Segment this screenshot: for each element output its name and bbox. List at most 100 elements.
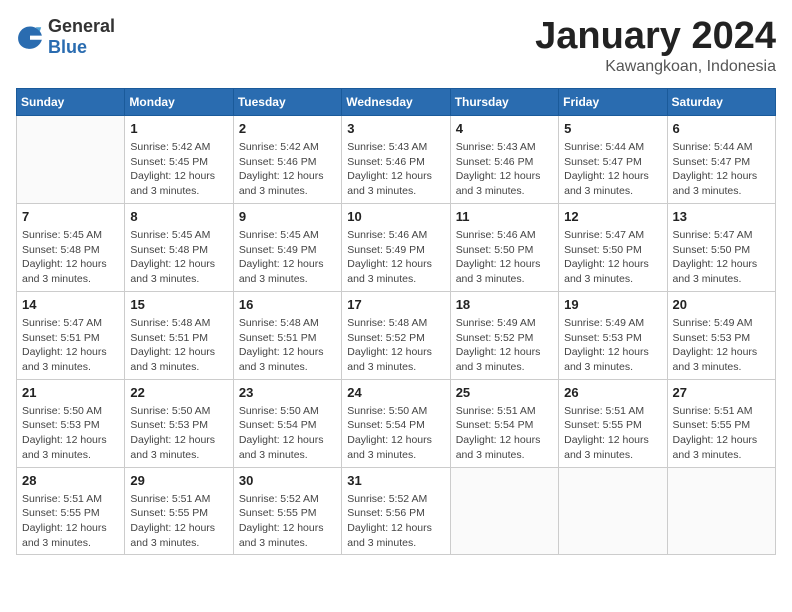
calendar-cell: 21 Sunrise: 5:50 AM Sunset: 5:53 PM Dayli… <box>17 379 125 467</box>
day-number: 9 <box>239 208 336 226</box>
weekday-header-monday: Monday <box>125 88 233 115</box>
day-info: Sunrise: 5:45 AM Sunset: 5:48 PM Dayligh… <box>22 228 119 287</box>
day-number: 23 <box>239 384 336 402</box>
calendar-cell: 4 Sunrise: 5:43 AM Sunset: 5:46 PM Daylig… <box>450 115 558 203</box>
day-number: 12 <box>564 208 661 226</box>
calendar-cell: 30 Sunrise: 5:52 AM Sunset: 5:55 PM Dayli… <box>233 467 341 555</box>
day-info: Sunrise: 5:51 AM Sunset: 5:55 PM Dayligh… <box>22 492 119 551</box>
calendar-cell: 31 Sunrise: 5:52 AM Sunset: 5:56 PM Dayli… <box>342 467 450 555</box>
calendar-cell: 12Sunrise: 5:47 AM Sunset: 5:50 PM Dayli… <box>559 203 667 291</box>
calendar-cell: 13 Sunrise: 5:47 AM Sunset: 5:50 PM Dayli… <box>667 203 775 291</box>
day-number: 19 <box>564 296 661 314</box>
calendar-cell: 28Sunrise: 5:51 AM Sunset: 5:55 PM Dayli… <box>17 467 125 555</box>
logo-general: General <box>48 16 115 36</box>
calendar-cell: 27 Sunrise: 5:51 AM Sunset: 5:55 PM Dayli… <box>667 379 775 467</box>
calendar-week-5: 28Sunrise: 5:51 AM Sunset: 5:55 PM Dayli… <box>17 467 776 555</box>
day-number: 24 <box>347 384 444 402</box>
calendar-cell <box>450 467 558 555</box>
calendar-week-2: 7Sunrise: 5:45 AM Sunset: 5:48 PM Daylig… <box>17 203 776 291</box>
logo: General Blue <box>16 16 115 58</box>
weekday-header-friday: Friday <box>559 88 667 115</box>
calendar-cell: 1 Sunrise: 5:42 AM Sunset: 5:45 PM Daylig… <box>125 115 233 203</box>
weekday-header-tuesday: Tuesday <box>233 88 341 115</box>
calendar-cell <box>667 467 775 555</box>
day-number: 6 <box>673 120 770 138</box>
calendar-cell: 9 Sunrise: 5:45 AM Sunset: 5:49 PM Daylig… <box>233 203 341 291</box>
day-info: Sunrise: 5:50 AM Sunset: 5:53 PM Dayligh… <box>22 404 119 463</box>
calendar-cell: 8 Sunrise: 5:45 AM Sunset: 5:48 PM Daylig… <box>125 203 233 291</box>
day-info: Sunrise: 5:52 AM Sunset: 5:56 PM Dayligh… <box>347 492 444 551</box>
day-number: 30 <box>239 472 336 490</box>
day-info: Sunrise: 5:48 AM Sunset: 5:52 PM Dayligh… <box>347 316 444 375</box>
day-number: 25 <box>456 384 553 402</box>
calendar-cell: 22Sunrise: 5:50 AM Sunset: 5:53 PM Dayli… <box>125 379 233 467</box>
calendar-cell: 14 Sunrise: 5:47 AM Sunset: 5:51 PM Dayli… <box>17 291 125 379</box>
day-info: Sunrise: 5:52 AM Sunset: 5:55 PM Dayligh… <box>239 492 336 551</box>
day-info: Sunrise: 5:51 AM Sunset: 5:55 PM Dayligh… <box>673 404 770 463</box>
day-info: Sunrise: 5:49 AM Sunset: 5:53 PM Dayligh… <box>564 316 661 375</box>
calendar-cell: 11 Sunrise: 5:46 AM Sunset: 5:50 PM Dayli… <box>450 203 558 291</box>
weekday-header-thursday: Thursday <box>450 88 558 115</box>
day-info: Sunrise: 5:44 AM Sunset: 5:47 PM Dayligh… <box>673 140 770 199</box>
day-number: 17 <box>347 296 444 314</box>
weekday-header-saturday: Saturday <box>667 88 775 115</box>
day-info: Sunrise: 5:49 AM Sunset: 5:53 PM Dayligh… <box>673 316 770 375</box>
weekday-header-row: SundayMondayTuesdayWednesdayThursdayFrid… <box>17 88 776 115</box>
day-number: 11 <box>456 208 553 226</box>
day-number: 5 <box>564 120 661 138</box>
calendar-cell: 16Sunrise: 5:48 AM Sunset: 5:51 PM Dayli… <box>233 291 341 379</box>
calendar-cell: 5 Sunrise: 5:44 AM Sunset: 5:47 PM Daylig… <box>559 115 667 203</box>
calendar-cell: 25 Sunrise: 5:51 AM Sunset: 5:54 PM Dayli… <box>450 379 558 467</box>
calendar-cell: 18 Sunrise: 5:49 AM Sunset: 5:52 PM Dayli… <box>450 291 558 379</box>
day-number: 13 <box>673 208 770 226</box>
day-info: Sunrise: 5:45 AM Sunset: 5:48 PM Dayligh… <box>130 228 227 287</box>
day-info: Sunrise: 5:51 AM Sunset: 5:55 PM Dayligh… <box>564 404 661 463</box>
day-info: Sunrise: 5:47 AM Sunset: 5:50 PM Dayligh… <box>673 228 770 287</box>
calendar-week-1: 1 Sunrise: 5:42 AM Sunset: 5:45 PM Daylig… <box>17 115 776 203</box>
calendar-cell <box>17 115 125 203</box>
day-info: Sunrise: 5:45 AM Sunset: 5:49 PM Dayligh… <box>239 228 336 287</box>
day-number: 27 <box>673 384 770 402</box>
day-number: 26 <box>564 384 661 402</box>
calendar-cell: 24 Sunrise: 5:50 AM Sunset: 5:54 PM Dayli… <box>342 379 450 467</box>
calendar-cell: 26 Sunrise: 5:51 AM Sunset: 5:55 PM Dayli… <box>559 379 667 467</box>
day-number: 31 <box>347 472 444 490</box>
day-number: 4 <box>456 120 553 138</box>
day-info: Sunrise: 5:50 AM Sunset: 5:54 PM Dayligh… <box>347 404 444 463</box>
calendar-cell: 10Sunrise: 5:46 AM Sunset: 5:49 PM Dayli… <box>342 203 450 291</box>
location-title: Kawangkoan, Indonesia <box>535 58 776 76</box>
calendar-cell: 15Sunrise: 5:48 AM Sunset: 5:51 PM Dayli… <box>125 291 233 379</box>
day-info: Sunrise: 5:42 AM Sunset: 5:45 PM Dayligh… <box>130 140 227 199</box>
calendar-cell: 2Sunrise: 5:42 AM Sunset: 5:46 PM Daylig… <box>233 115 341 203</box>
day-number: 1 <box>130 120 227 138</box>
day-info: Sunrise: 5:47 AM Sunset: 5:51 PM Dayligh… <box>22 316 119 375</box>
day-number: 14 <box>22 296 119 314</box>
calendar-cell: 3Sunrise: 5:43 AM Sunset: 5:46 PM Daylig… <box>342 115 450 203</box>
calendar-table: SundayMondayTuesdayWednesdayThursdayFrid… <box>16 88 776 556</box>
title-block: January 2024 Kawangkoan, Indonesia <box>535 16 776 76</box>
day-info: Sunrise: 5:51 AM Sunset: 5:54 PM Dayligh… <box>456 404 553 463</box>
day-number: 18 <box>456 296 553 314</box>
calendar-cell: 17 Sunrise: 5:48 AM Sunset: 5:52 PM Dayli… <box>342 291 450 379</box>
day-number: 3 <box>347 120 444 138</box>
day-info: Sunrise: 5:44 AM Sunset: 5:47 PM Dayligh… <box>564 140 661 199</box>
day-number: 22 <box>130 384 227 402</box>
calendar-cell: 6 Sunrise: 5:44 AM Sunset: 5:47 PM Daylig… <box>667 115 775 203</box>
day-number: 16 <box>239 296 336 314</box>
day-number: 20 <box>673 296 770 314</box>
weekday-header-sunday: Sunday <box>17 88 125 115</box>
calendar-cell: 29Sunrise: 5:51 AM Sunset: 5:55 PM Dayli… <box>125 467 233 555</box>
logo-icon <box>16 23 44 51</box>
logo-blue: Blue <box>48 37 87 57</box>
weekday-header-wednesday: Wednesday <box>342 88 450 115</box>
month-title: January 2024 <box>535 16 776 58</box>
calendar-cell: 19 Sunrise: 5:49 AM Sunset: 5:53 PM Dayli… <box>559 291 667 379</box>
day-info: Sunrise: 5:46 AM Sunset: 5:49 PM Dayligh… <box>347 228 444 287</box>
calendar-cell: 23Sunrise: 5:50 AM Sunset: 5:54 PM Dayli… <box>233 379 341 467</box>
day-number: 21 <box>22 384 119 402</box>
day-number: 29 <box>130 472 227 490</box>
day-info: Sunrise: 5:49 AM Sunset: 5:52 PM Dayligh… <box>456 316 553 375</box>
day-number: 8 <box>130 208 227 226</box>
day-info: Sunrise: 5:46 AM Sunset: 5:50 PM Dayligh… <box>456 228 553 287</box>
day-info: Sunrise: 5:43 AM Sunset: 5:46 PM Dayligh… <box>456 140 553 199</box>
